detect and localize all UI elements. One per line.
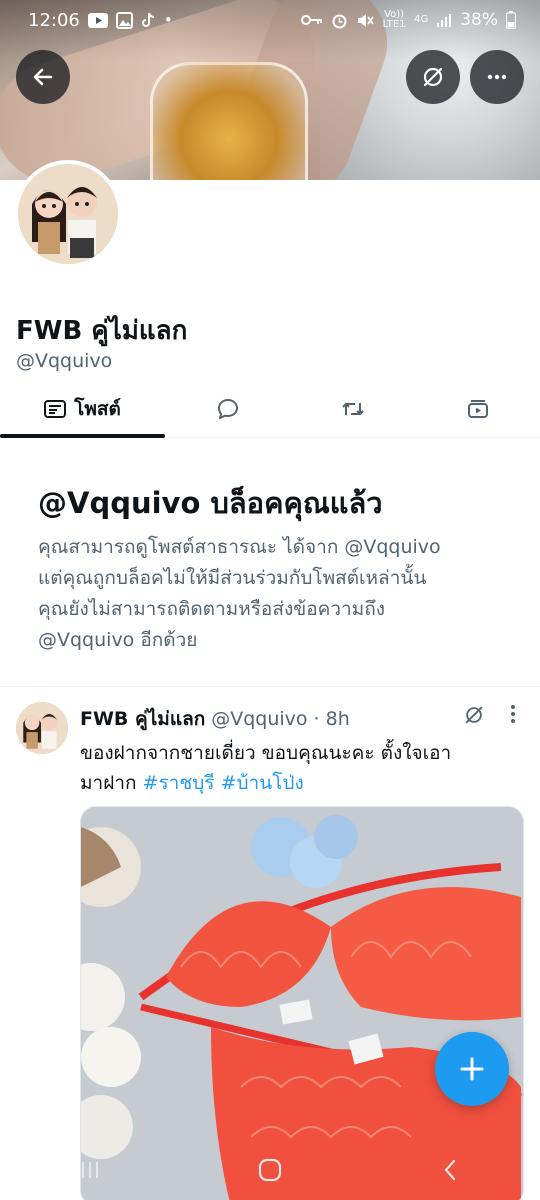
post-author-name[interactable]: FWB คู่ไม่แลก — [80, 704, 205, 734]
profile-avatar[interactable] — [14, 160, 122, 268]
avatar-image — [18, 164, 118, 264]
blocked-line-1: คุณสามารถดูโพสต์สาธารณะ ได้จาก @Vqquivo — [38, 536, 441, 558]
blocked-line-3: คุณยังไม่สามารถติดตามหรือส่งข้อความถึง — [38, 598, 385, 620]
reply-icon — [217, 398, 238, 419]
alarm-icon — [332, 14, 347, 28]
grok-button[interactable] — [406, 50, 460, 104]
network-type: 4G — [414, 14, 429, 25]
post-text-line-2-text: มาฝาก — [80, 772, 143, 794]
tiktok-icon — [141, 12, 154, 27]
recent-apps-icon — [82, 1162, 98, 1178]
back-button[interactable] — [16, 50, 70, 104]
key-icon — [301, 15, 323, 25]
hashtag-ratchaburi[interactable]: #ราชบุรี — [143, 772, 215, 794]
youtube-icon — [87, 12, 108, 28]
post-grok-button[interactable] — [463, 704, 485, 730]
signal-icon — [437, 14, 452, 27]
tab-posts[interactable]: โพสต์ — [0, 380, 165, 438]
gallery-icon — [115, 11, 133, 29]
compose-button[interactable] — [435, 1032, 509, 1106]
more-horizontal-icon — [487, 74, 507, 80]
grok-icon — [423, 67, 443, 87]
profile-handle: @Vqquivo — [16, 350, 113, 372]
blocked-line-4: @Vqquivo อีกด้วย — [38, 629, 198, 651]
notification-dot-icon: • — [163, 10, 173, 29]
tab-replies[interactable] — [165, 380, 290, 437]
post-text-line-2: มาฝาก #ราชบุรี #บ้านโป่ง — [80, 768, 525, 798]
status-time: 12:06 — [28, 9, 80, 31]
repost-icon — [341, 402, 364, 415]
status-right: Vo)) LTE1 4G 38% — [301, 10, 516, 30]
profile-name: FWB คู่ไม่แลก — [16, 316, 188, 346]
chevron-left-icon — [444, 1159, 456, 1181]
post-author-handle[interactable]: @Vqquivo — [211, 708, 307, 730]
more-vertical-icon — [511, 705, 515, 723]
tab-posts-label: โพสต์ — [74, 397, 121, 420]
status-left: 12:06 • — [28, 10, 173, 31]
blocked-line-2: แต่คุณถูกบล็อคไม่ให้มีส่วนร่วมกับโพสต์เห… — [38, 567, 427, 589]
recent-apps-button[interactable] — [60, 1145, 120, 1195]
tab-media[interactable] — [415, 380, 540, 437]
home-button[interactable] — [240, 1145, 300, 1195]
grok-icon — [465, 706, 483, 724]
battery-percent: 38% — [460, 10, 498, 30]
post-text: ของฝากจากชายเดี่ยว ขอบคุณนะคะ ตั้งใจเอา … — [80, 738, 525, 798]
system-back-button[interactable] — [420, 1145, 480, 1195]
profile-tabs: โพสต์ — [0, 380, 540, 438]
blocked-title: @Vqquivo บล็อคคุณแล้ว — [38, 486, 383, 520]
mute-icon — [358, 13, 374, 27]
home-icon — [258, 1158, 282, 1182]
status-bar: 12:06 • Vo)) LTE1 4G 38% — [0, 0, 540, 40]
network-label: Vo)) LTE1 — [382, 9, 406, 30]
system-navigation-bar — [0, 1140, 540, 1200]
tab-reposts[interactable] — [290, 380, 415, 437]
media-icon — [467, 399, 488, 418]
posts-icon — [44, 399, 67, 418]
plus-icon — [460, 1057, 484, 1081]
post-avatar[interactable] — [16, 702, 68, 754]
arrow-left-icon — [33, 68, 53, 86]
post-text-line-1: ของฝากจากชายเดี่ยว ขอบคุณนะคะ ตั้งใจเอา — [80, 742, 452, 764]
divider — [0, 686, 540, 687]
more-options-button[interactable] — [470, 50, 524, 104]
blocked-description: คุณสามารถดูโพสต์สาธารณะ ได้จาก @Vqquivo … — [38, 532, 508, 656]
banner-glass — [150, 62, 308, 180]
hashtag-ban-pong[interactable]: #บ้านโป่ง — [221, 772, 304, 794]
post-time[interactable]: · 8h — [314, 708, 350, 730]
battery-icon — [506, 11, 516, 29]
post-header: FWB คู่ไม่แลก @Vqquivo · 8h — [80, 704, 350, 734]
post-more-button[interactable] — [505, 702, 521, 731]
